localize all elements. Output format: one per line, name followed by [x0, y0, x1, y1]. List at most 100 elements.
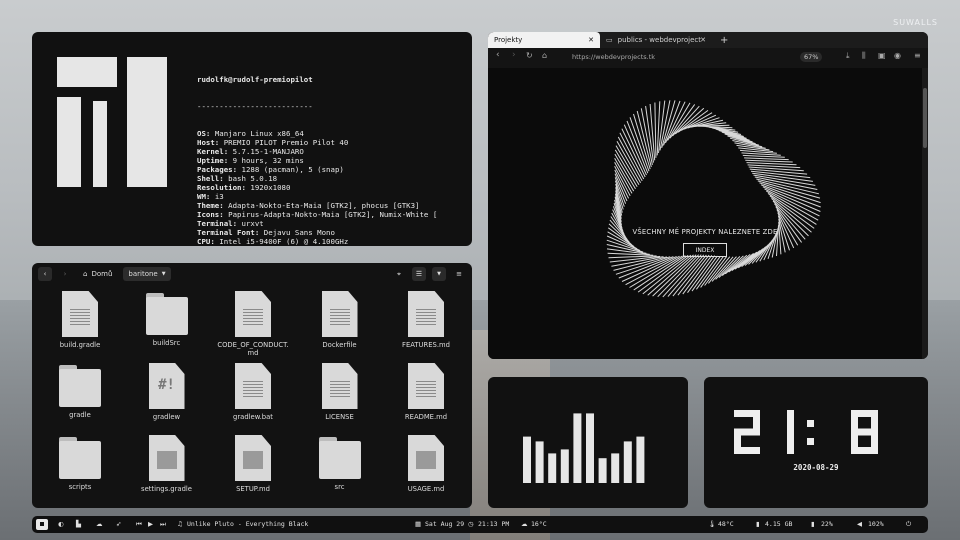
info-value: PREMIO PILOT Premio Pilot 40	[223, 138, 349, 147]
info-line: CPU: Intel i5-9400F (6) @ 4.100GHz	[197, 237, 437, 246]
file-item[interactable]: gradle	[42, 363, 118, 419]
thermometer-icon: 🌡︎	[708, 520, 717, 528]
workspace-button[interactable]	[36, 519, 48, 530]
file-item[interactable]: CODE_OF_CONDUCT. md	[215, 291, 291, 357]
menu-icon[interactable]: ≡	[452, 267, 466, 281]
file-item[interactable]: build.gradle	[42, 291, 118, 349]
cloud-icon[interactable]: ☁	[96, 520, 103, 528]
location-icon[interactable]: ⌖	[392, 267, 406, 281]
menu-icon[interactable]: ≡	[914, 51, 921, 60]
account-icon[interactable]: ◉	[894, 51, 901, 60]
power-icon[interactable]: ⏻	[906, 520, 911, 529]
forward-icon[interactable]: ›	[512, 50, 516, 60]
library-icon[interactable]: ⫼	[862, 51, 866, 61]
info-value: i3	[214, 192, 224, 201]
info-line: Host: PREMIO PILOT Premio Pilot 40	[197, 138, 437, 147]
next-icon[interactable]: ⏭	[160, 520, 166, 529]
info-value: Manjaro Linux x86_64	[214, 129, 304, 138]
weather-temp[interactable]: 16°C	[531, 520, 547, 528]
text-file-icon	[408, 291, 444, 337]
tab-projekty[interactable]: Projekty ✕	[488, 32, 600, 48]
page-icon: ▭	[606, 36, 613, 44]
visualizer-bar	[586, 413, 594, 483]
generic-file-icon	[408, 435, 444, 481]
file-name: USAGE.md	[407, 485, 445, 493]
clock-digit	[852, 410, 878, 454]
back-icon[interactable]: ‹	[496, 50, 500, 60]
browser-window[interactable]: Projekty ✕ ▭ publics - webdevproject ✕ +…	[488, 32, 928, 359]
new-tab-button[interactable]: +	[714, 32, 730, 48]
reload-icon[interactable]: ↻	[526, 51, 533, 60]
file-item[interactable]: README.md	[388, 363, 464, 421]
calendar-icon: ▦	[415, 520, 422, 528]
file-name: Dockerfile	[322, 341, 357, 349]
view-options-button[interactable]: ▼	[432, 267, 446, 281]
file-item[interactable]: Dockerfile	[302, 291, 378, 349]
volume-level[interactable]: 102%	[868, 520, 884, 528]
visualizer-bar	[598, 458, 607, 483]
chart-icon[interactable]: ▙	[76, 520, 81, 528]
navigation-bar: ‹ › ↻ ⌂ https://webdevprojects.tk 67% ⤓ …	[488, 48, 928, 68]
sidebar-icon[interactable]: ▣	[878, 51, 886, 60]
file-item[interactable]: settings.gradle	[129, 435, 205, 493]
bar-time[interactable]: 21:13 PM	[478, 520, 509, 528]
scrollbar[interactable]	[922, 68, 928, 359]
clock-colon	[807, 420, 814, 445]
file-item[interactable]: USAGE.md	[388, 435, 464, 493]
folder-icon	[59, 365, 101, 407]
twisted-ring-graphic	[606, 100, 821, 298]
feather-icon[interactable]: ➶	[116, 520, 121, 528]
index-button[interactable]: INDEX	[683, 243, 727, 257]
disk-usage[interactable]: 4.15 GB	[765, 520, 792, 528]
file-item[interactable]: SETUP.md	[215, 435, 291, 493]
play-icon[interactable]: ▶	[148, 520, 153, 528]
file-manager-window[interactable]: ‹ › ⌂ Domů baritone ▼ ⌖ ☰ ▼ ≡ build.grad…	[32, 263, 472, 508]
file-item[interactable]: LICENSE	[302, 363, 378, 421]
file-item[interactable]: buildSrc	[129, 291, 205, 347]
previous-icon[interactable]: ⏮	[136, 520, 142, 529]
hero-text: VŠECHNY MÉ PROJEKTY NALEZNETE ZDE	[632, 228, 778, 236]
breadcrumb-current[interactable]: baritone ▼	[123, 267, 171, 281]
home-icon[interactable]: ⌂	[542, 51, 547, 60]
download-icon[interactable]: ⤓	[846, 51, 850, 61]
tab-label: Projekty	[494, 36, 523, 44]
url-field[interactable]: https://webdevprojects.tk	[572, 53, 655, 61]
folder-icon	[59, 437, 101, 479]
clock-widget: 2020-08-29	[704, 377, 928, 508]
file-item[interactable]: scripts	[42, 435, 118, 491]
back-button[interactable]: ‹	[38, 267, 52, 281]
clock-digit	[734, 410, 760, 454]
file-item[interactable]: gradlew.bat	[215, 363, 291, 421]
cpu-temp[interactable]: 48°C	[718, 520, 734, 528]
view-list-button[interactable]: ☰	[412, 267, 426, 281]
terminal-window[interactable]: rudolfk@rudolf-premiopilot -------------…	[32, 32, 472, 246]
file-name: gradle	[69, 411, 91, 419]
brightness-level[interactable]: 22%	[821, 520, 833, 528]
info-line: Terminal Font: Dejavu Sans Mono	[197, 228, 437, 237]
zoom-badge[interactable]: 67%	[800, 52, 823, 62]
text-file-icon	[62, 291, 98, 337]
file-name: buildSrc	[152, 339, 181, 347]
info-value: urxvt	[241, 219, 264, 228]
close-icon[interactable]: ✕	[588, 36, 594, 44]
close-icon[interactable]: ✕	[700, 36, 706, 44]
breadcrumb-home[interactable]: ⌂ Domů	[78, 267, 117, 281]
scrollbar-thumb[interactable]	[923, 88, 927, 148]
moon-icon[interactable]: ◐	[58, 520, 64, 528]
file-item[interactable]: FEATURES.md	[388, 291, 464, 349]
user-host: rudolfk@rudolf-premiopilot	[197, 75, 313, 84]
web-page: VŠECHNY MÉ PROJEKTY NALEZNETE ZDE INDEX	[488, 68, 922, 359]
watermark: SUWALLS	[893, 18, 938, 27]
info-line: Resolution: 1920x1080	[197, 183, 437, 192]
forward-button[interactable]: ›	[58, 267, 72, 281]
audio-visualizer	[488, 377, 688, 508]
text-file-icon	[321, 291, 358, 337]
tab-publics[interactable]: ▭ publics - webdevproject ✕	[600, 32, 710, 48]
now-playing[interactable]: Unlike Pluto - Everything Black	[187, 520, 308, 528]
text-file-icon	[321, 363, 358, 409]
visualizer-bar	[573, 413, 582, 483]
bar-date[interactable]: Sat Aug 29	[425, 520, 464, 528]
file-item[interactable]: src	[302, 435, 378, 491]
info-value: Intel i5-9400F (6) @ 4.100GHz	[219, 237, 349, 246]
file-item[interactable]: #! gradlew	[129, 363, 205, 421]
